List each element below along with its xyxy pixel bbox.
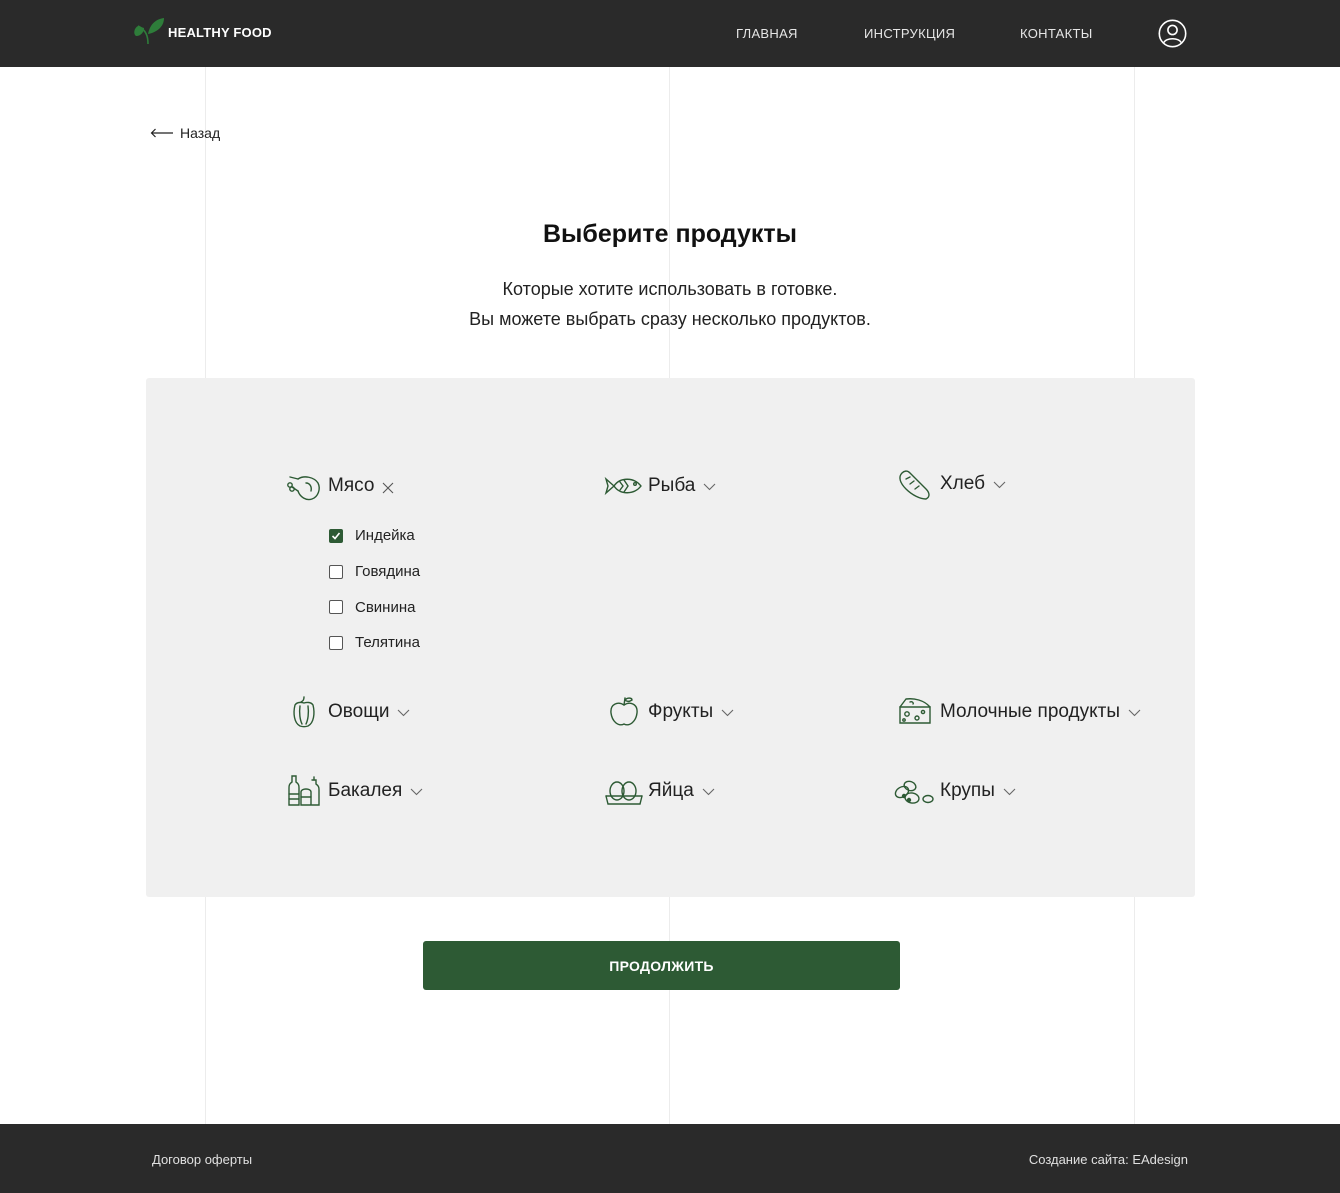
- chevron-down-icon: [410, 788, 423, 796]
- nav-item-contacts[interactable]: КОНТАКТЫ: [1020, 26, 1093, 41]
- logo-link[interactable]: HEALTHY FOOD: [132, 16, 272, 46]
- offer-agreement-link[interactable]: Договор оферты: [152, 1152, 252, 1167]
- checkbox[interactable]: [329, 528, 343, 543]
- apple-icon: [610, 697, 638, 726]
- checkbox-pork[interactable]: Свинина: [329, 589, 420, 625]
- category-meat[interactable]: Мясо: [284, 469, 394, 503]
- pepper-icon: [293, 696, 315, 728]
- category-fish[interactable]: Рыба: [604, 469, 716, 503]
- category-eggs[interactable]: Яйца: [604, 774, 715, 808]
- brand-name: HEALTHY FOOD: [168, 25, 272, 40]
- footer: Договор оферты Создание сайта: EAdesign: [0, 1124, 1340, 1193]
- checkbox[interactable]: [329, 635, 343, 650]
- subtitle-line: Вы можете выбрать сразу несколько продук…: [469, 309, 871, 329]
- subtitle-line: Которые хотите использовать в готовке.: [502, 279, 838, 299]
- category-label: Молочные продукты: [940, 701, 1121, 722]
- product-selector-panel: [146, 378, 1195, 897]
- category-label: Хлеб: [940, 473, 985, 494]
- checkbox[interactable]: [329, 564, 343, 579]
- category-cereals[interactable]: Крупы: [892, 774, 1016, 808]
- option-label: Индейка: [355, 527, 415, 545]
- nav-item-instructions[interactable]: ИНСТРУКЦИЯ: [864, 26, 955, 41]
- category-bread[interactable]: Хлеб: [896, 467, 1006, 501]
- page-subtitle: Которые хотите использовать в готовке. В…: [0, 274, 1340, 334]
- page-title: Выберите продукты: [543, 220, 797, 248]
- meat-options-list: Индейка Говядина Свинина Телятина: [329, 518, 420, 661]
- option-label: Говядина: [355, 563, 421, 581]
- bread-icon: [899, 470, 930, 500]
- checkbox[interactable]: [329, 600, 343, 615]
- site-credit-link[interactable]: Создание сайта: EAdesign: [1029, 1152, 1188, 1167]
- category-fruits[interactable]: Фрукты: [604, 695, 734, 729]
- category-label: Крупы: [940, 780, 995, 801]
- chevron-down-icon: [1128, 709, 1141, 717]
- category-label: Бакалея: [328, 780, 403, 801]
- category-label: Рыба: [648, 475, 696, 496]
- grains-icon: [894, 780, 934, 804]
- chevron-down-icon: [703, 483, 716, 491]
- grocery-bottles-icon: [288, 775, 320, 806]
- checkbox-veal[interactable]: Телятина: [329, 625, 420, 661]
- category-label: Овощи: [328, 701, 390, 722]
- back-link[interactable]: Назад: [150, 125, 220, 141]
- checkbox-beef[interactable]: Говядина: [329, 554, 420, 590]
- category-dairy[interactable]: Молочные продукты: [896, 695, 1141, 729]
- checkbox-turkey[interactable]: Индейка: [329, 518, 420, 554]
- top-navbar: HEALTHY FOOD ГЛАВНАЯ ИНСТРУКЦИЯ КОНТАКТЫ: [0, 0, 1340, 67]
- drumstick-icon: [287, 476, 320, 501]
- cheese-icon: [899, 698, 931, 724]
- continue-button[interactable]: ПРОДОЛЖИТЬ: [423, 941, 900, 990]
- leaf-logo-icon: [134, 18, 164, 45]
- checkmark-icon: [331, 532, 341, 540]
- close-icon[interactable]: [382, 482, 394, 494]
- chevron-down-icon: [702, 788, 715, 796]
- arrow-left-icon: [150, 128, 173, 138]
- category-label: Мясо: [328, 475, 375, 496]
- category-label: Фрукты: [648, 701, 714, 722]
- option-label: Телятина: [355, 634, 420, 652]
- option-label: Свинина: [355, 598, 416, 616]
- eggs-icon: [605, 781, 643, 805]
- chevron-down-icon: [721, 709, 734, 717]
- chevron-down-icon: [1003, 788, 1016, 796]
- fish-icon: [604, 476, 642, 496]
- user-circle-icon[interactable]: [1158, 19, 1187, 48]
- nav-item-home[interactable]: ГЛАВНАЯ: [736, 26, 798, 41]
- back-label: Назад: [180, 125, 221, 141]
- category-label: Яйца: [648, 780, 694, 801]
- chevron-down-icon: [993, 481, 1006, 489]
- category-vegetables[interactable]: Овощи: [284, 695, 410, 729]
- category-grocery[interactable]: Бакалея: [284, 774, 423, 808]
- chevron-down-icon: [398, 709, 410, 717]
